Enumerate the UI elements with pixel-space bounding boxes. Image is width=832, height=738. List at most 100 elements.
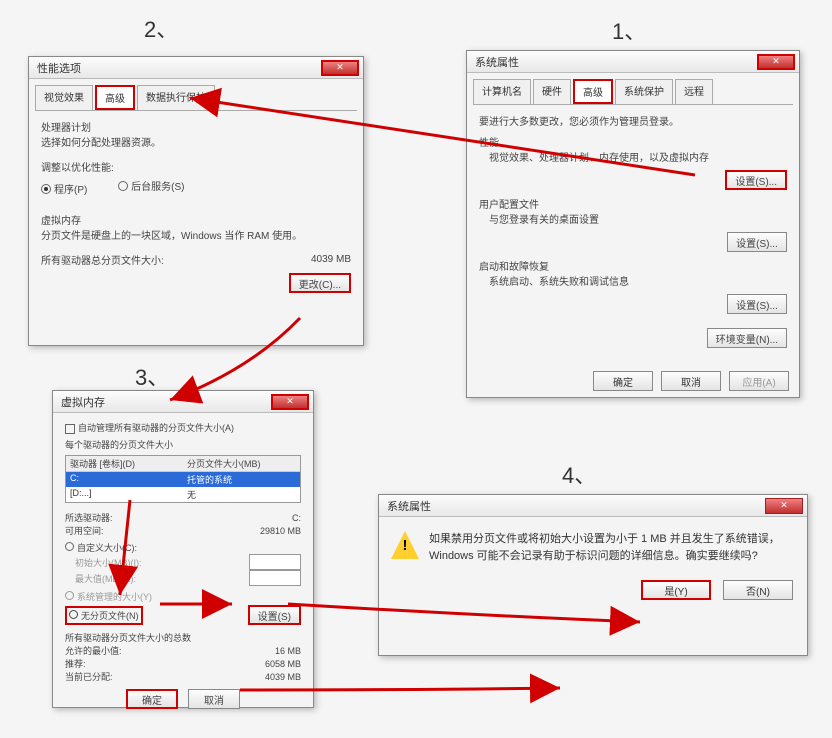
dialog-performance-options: 性能选项 ✕ 视觉效果 高级 数据执行保护 处理器计划 选择如何分配处理器资源。… xyxy=(28,56,364,346)
set-button[interactable]: 设置(S) xyxy=(248,605,301,625)
ok-button[interactable]: 确定 xyxy=(126,689,178,709)
processor-desc: 选择如何分配处理器资源。 xyxy=(41,134,351,149)
col-drive: 驱动器 [卷标](D) xyxy=(66,456,183,471)
titlebar: 虚拟内存 ✕ xyxy=(53,391,313,413)
title-text: 虚拟内存 xyxy=(61,394,105,410)
perf-settings-button[interactable]: 设置(S)... xyxy=(725,170,787,190)
totals-title: 所有驱动器分页文件大小的总数 xyxy=(65,631,301,644)
available-value: 29810 MB xyxy=(260,526,301,536)
radio-dot-icon xyxy=(65,591,74,600)
title-text: 系统属性 xyxy=(387,498,431,514)
ok-button[interactable]: 确定 xyxy=(593,371,653,391)
tab-visual-effects[interactable]: 视觉效果 xyxy=(35,85,93,110)
no-button[interactable]: 否(N) xyxy=(723,580,793,600)
radio-background[interactable]: 后台服务(S) xyxy=(118,178,184,193)
radio-label: 程序(P) xyxy=(54,181,87,196)
cell-drive: [D:...] xyxy=(66,487,183,502)
initial-size-input[interactable] xyxy=(249,554,301,570)
tab-dep[interactable]: 数据执行保护 xyxy=(137,85,215,110)
message-text: 如果禁用分页文件或将初始大小设置为小于 1 MB 并且发生了系统错误，Windo… xyxy=(429,531,791,564)
initial-size-label: 初始大小(MB)(I): xyxy=(75,556,142,569)
cell-size: 无 xyxy=(183,487,300,502)
radio-custom-size[interactable]: 自定义大小(C): xyxy=(65,541,301,554)
tab-strip: 视觉效果 高级 数据执行保护 xyxy=(35,85,357,111)
max-size-input[interactable] xyxy=(249,570,301,586)
auto-manage-row[interactable]: 自动管理所有驱动器的分页文件大小(A) xyxy=(65,421,301,434)
vm-change-button[interactable]: 更改(C)... xyxy=(289,273,351,293)
radio-label: 后台服务(S) xyxy=(131,178,184,193)
adjust-label: 调整以优化性能: xyxy=(41,159,351,174)
close-icon[interactable]: ✕ xyxy=(321,60,359,76)
close-icon[interactable]: ✕ xyxy=(757,54,795,70)
perf-group-title: 性能 xyxy=(479,134,787,149)
rec-label: 推荐: xyxy=(65,657,86,670)
title-text: 性能选项 xyxy=(37,60,81,76)
selected-drive-label: 所选驱动器: xyxy=(65,511,113,524)
dialog-body: 自动管理所有驱动器的分页文件大小(A) 每个驱动器的分页文件大小 驱动器 [卷标… xyxy=(53,413,313,717)
warning-icon xyxy=(391,531,419,559)
list-item[interactable]: [D:...]无 xyxy=(66,487,300,502)
cancel-button[interactable]: 取消 xyxy=(188,689,240,709)
title-text: 系统属性 xyxy=(475,54,519,70)
dialog-virtual-memory: 虚拟内存 ✕ 自动管理所有驱动器的分页文件大小(A) 每个驱动器的分页文件大小 … xyxy=(52,390,314,708)
tab-advanced[interactable]: 高级 xyxy=(573,79,613,104)
cancel-button[interactable]: 取消 xyxy=(661,371,721,391)
messagebox-body: 如果禁用分页文件或将初始大小设置为小于 1 MB 并且发生了系统错误，Windo… xyxy=(379,517,807,572)
dialog-system-properties: 系统属性 ✕ 计算机名 硬件 高级 系统保护 远程 要进行大多数更改，您必须作为… xyxy=(466,50,800,398)
perf-desc: 视觉效果、处理器计划、内存使用，以及虚拟内存 xyxy=(489,149,787,164)
titlebar: 系统属性 ✕ xyxy=(379,495,807,517)
radio-no-paging[interactable]: 无分页文件(N) xyxy=(65,606,143,625)
max-size-label: 最大值(MB)(X): xyxy=(75,572,136,585)
list-header: 驱动器 [卷标](D)分页文件大小(MB) xyxy=(66,456,300,472)
startup-desc: 系统启动、系统失败和调试信息 xyxy=(489,273,787,288)
cell-drive: C: xyxy=(66,472,183,487)
step-4-label: 4、 xyxy=(562,458,596,490)
drive-list[interactable]: 驱动器 [卷标](D)分页文件大小(MB) C:托管的系统 [D:...]无 xyxy=(65,455,301,503)
close-icon[interactable]: ✕ xyxy=(271,394,309,410)
col-size: 分页文件大小(MB) xyxy=(183,456,300,471)
radio-label: 自定义大小(C): xyxy=(77,543,137,553)
admin-note: 要进行大多数更改，您必须作为管理员登录。 xyxy=(479,113,787,128)
tab-hardware[interactable]: 硬件 xyxy=(533,79,571,104)
titlebar: 性能选项 ✕ xyxy=(29,57,363,79)
radio-programs[interactable]: 程序(P) xyxy=(41,181,87,196)
min-label: 允许的最小值: xyxy=(65,644,122,657)
radio-label: 无分页文件(N) xyxy=(81,611,139,621)
min-value: 16 MB xyxy=(275,646,301,656)
userprofile-desc: 与您登录有关的桌面设置 xyxy=(489,211,787,226)
tab-system-protection[interactable]: 系统保护 xyxy=(615,79,673,104)
radio-dot-icon xyxy=(41,184,51,194)
cell-size: 托管的系统 xyxy=(183,472,300,487)
dialog-body: 要进行大多数更改，您必须作为管理员登录。 性能 视觉效果、处理器计划、内存使用，… xyxy=(467,105,799,356)
titlebar: 系统属性 ✕ xyxy=(467,51,799,73)
list-item[interactable]: C:托管的系统 xyxy=(66,472,300,487)
tab-advanced[interactable]: 高级 xyxy=(95,85,135,110)
processor-title: 处理器计划 xyxy=(41,119,351,134)
tab-computer-name[interactable]: 计算机名 xyxy=(473,79,531,104)
step-3-label: 3、 xyxy=(135,360,169,392)
startup-title: 启动和故障恢复 xyxy=(479,258,787,273)
close-icon[interactable]: ✕ xyxy=(765,498,803,514)
apply-button[interactable]: 应用(A) xyxy=(729,371,789,391)
radio-system-managed[interactable]: 系统管理的大小(Y) xyxy=(65,590,301,603)
env-vars-button[interactable]: 环境变量(N)... xyxy=(707,328,787,348)
startup-settings-button[interactable]: 设置(S)... xyxy=(727,294,787,314)
radio-label: 系统管理的大小(Y) xyxy=(77,592,152,602)
step-2-label: 2、 xyxy=(144,12,178,44)
vm-title: 虚拟内存 xyxy=(41,212,351,227)
step-1-label: 1、 xyxy=(612,14,646,46)
checkbox-icon xyxy=(65,424,75,434)
tab-strip: 计算机名 硬件 高级 系统保护 远程 xyxy=(473,79,793,105)
available-label: 可用空间: xyxy=(65,524,104,537)
vm-desc: 分页文件是硬盘上的一块区域，Windows 当作 RAM 使用。 xyxy=(41,227,351,242)
userprofile-settings-button[interactable]: 设置(S)... xyxy=(727,232,787,252)
yes-button[interactable]: 是(Y) xyxy=(641,580,711,600)
userprofile-title: 用户配置文件 xyxy=(479,196,787,211)
radio-dot-icon xyxy=(69,610,78,619)
dialog-warning-messagebox: 系统属性 ✕ 如果禁用分页文件或将初始大小设置为小于 1 MB 并且发生了系统错… xyxy=(378,494,808,656)
rec-value: 6058 MB xyxy=(265,659,301,669)
dialog-body: 处理器计划 选择如何分配处理器资源。 调整以优化性能: 程序(P) 后台服务(S… xyxy=(29,111,363,301)
cur-label: 当前已分配: xyxy=(65,670,113,683)
vm-total-value: 4039 MB xyxy=(311,254,351,265)
tab-remote[interactable]: 远程 xyxy=(675,79,713,104)
